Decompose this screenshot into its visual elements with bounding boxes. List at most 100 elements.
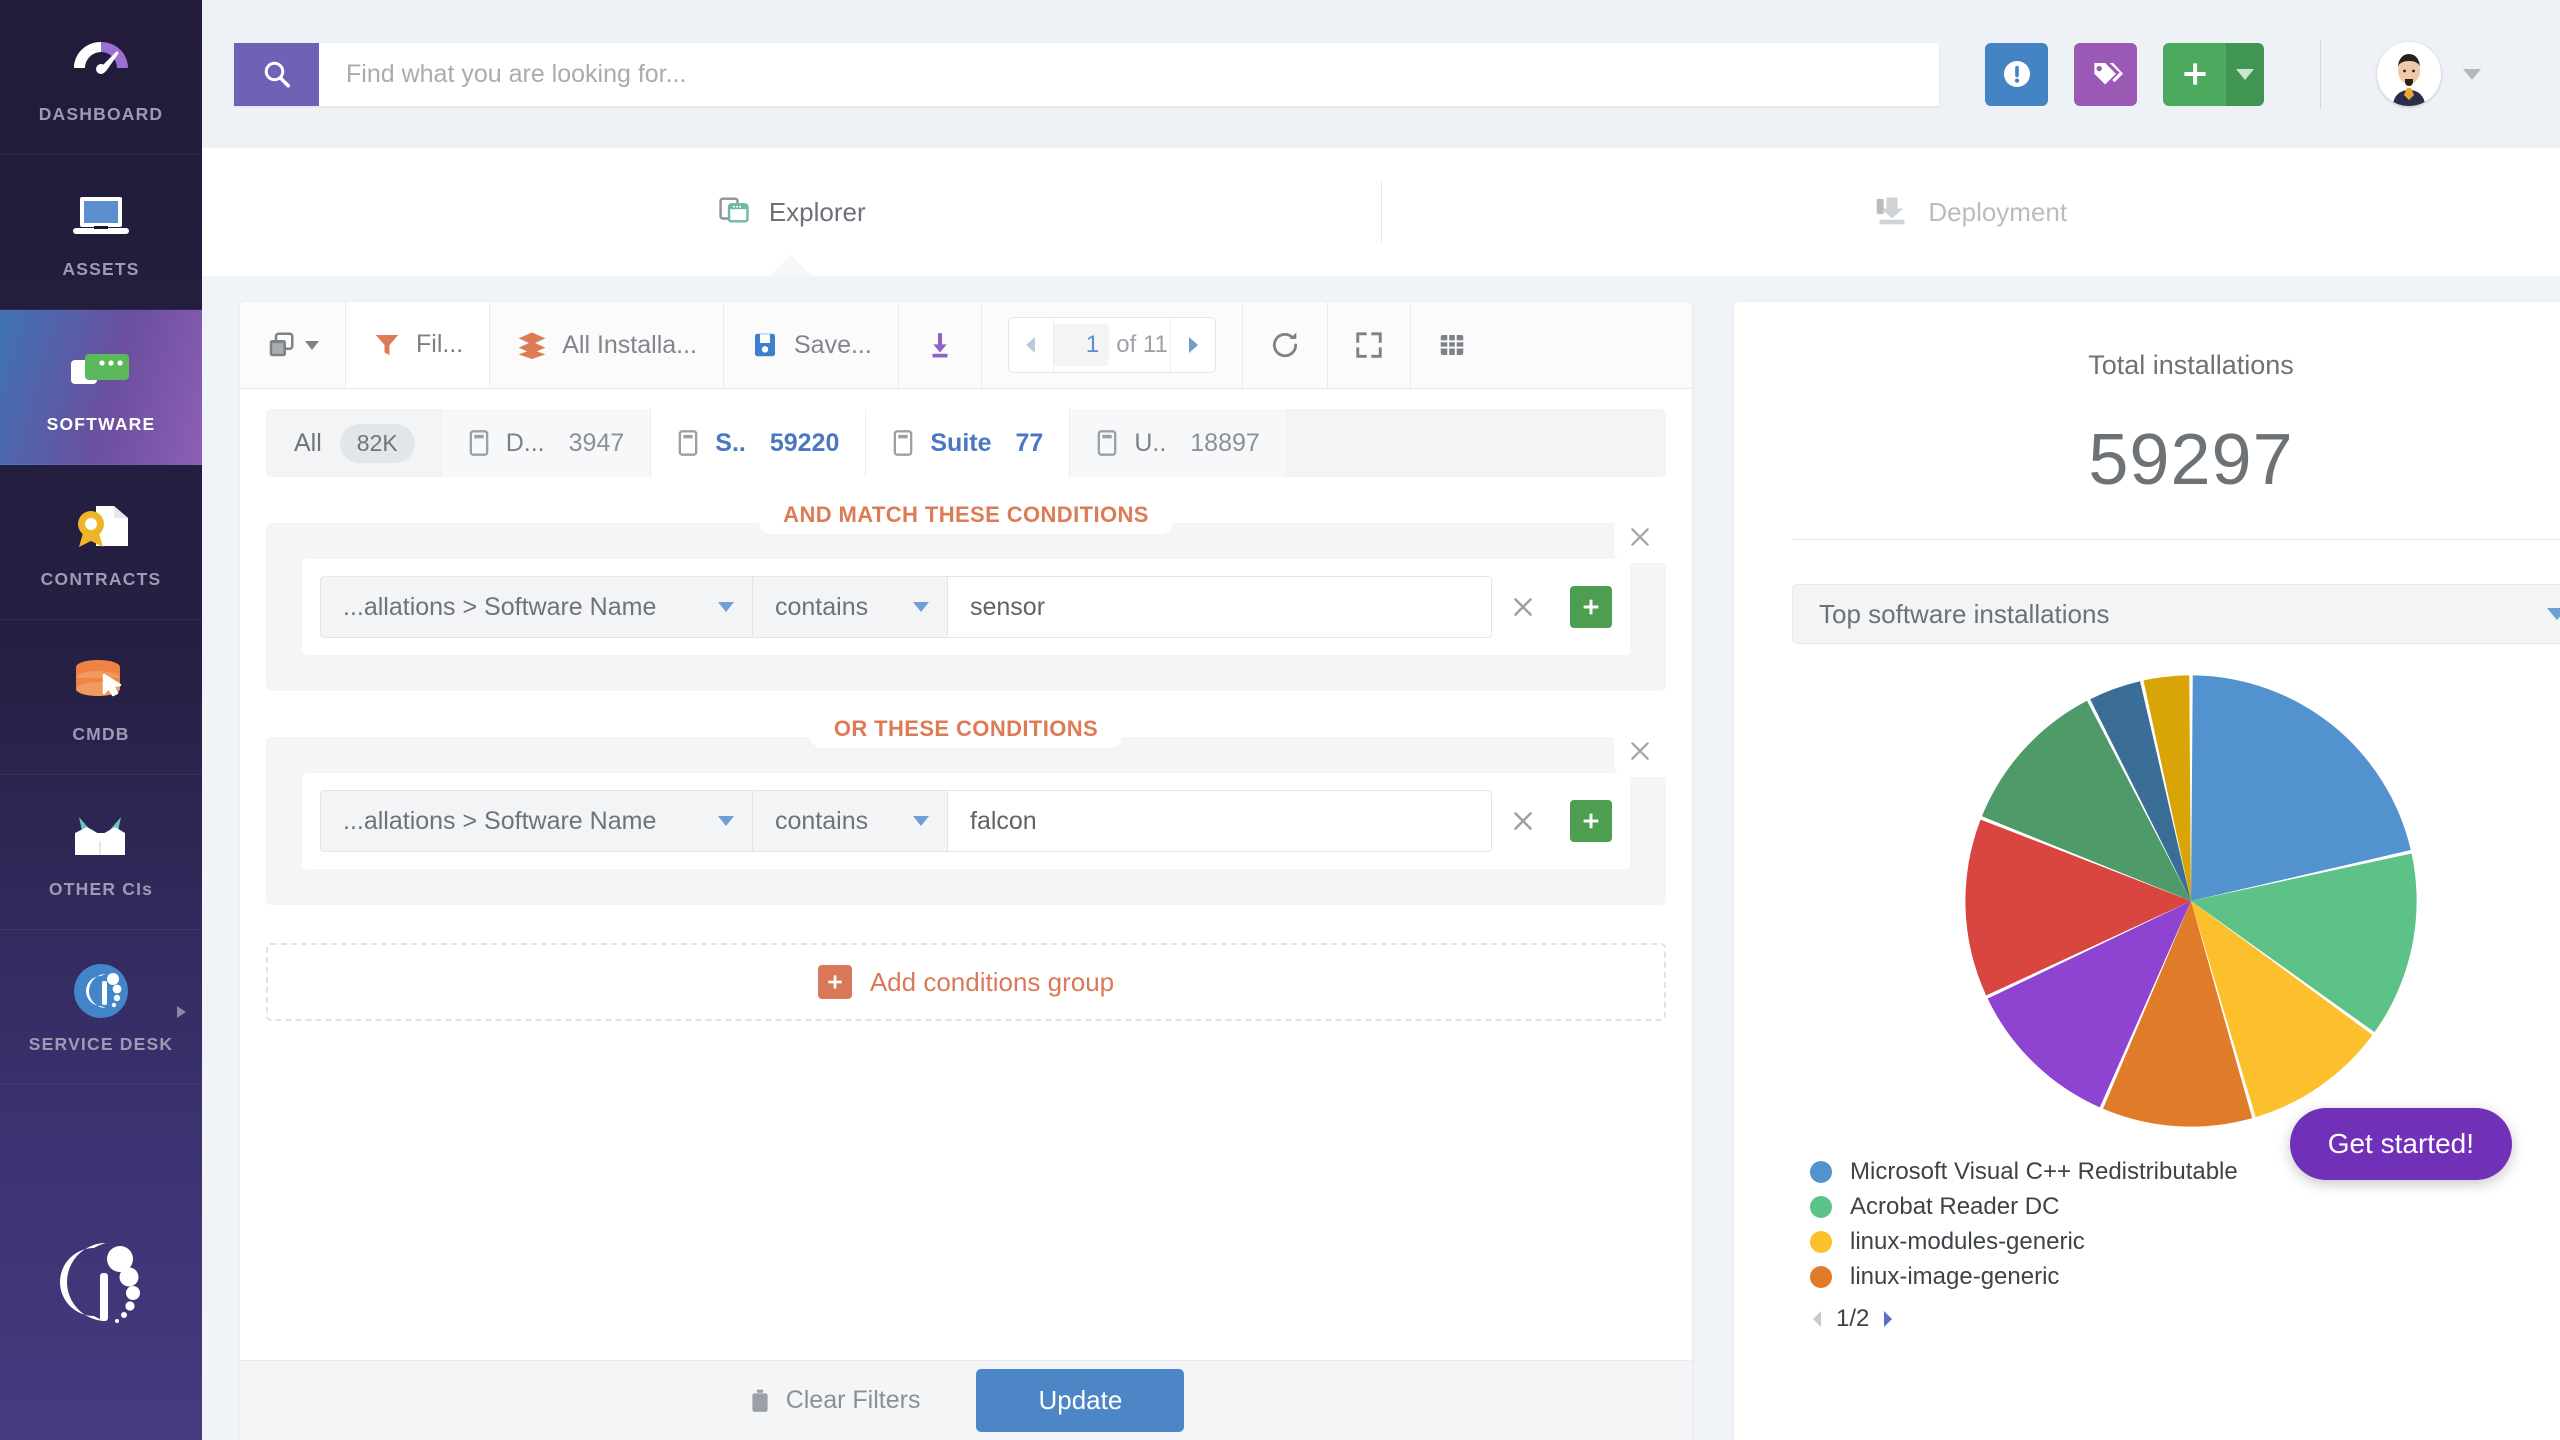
condition-attribute-select[interactable]: ...allations > Software Name: [321, 791, 753, 851]
clear-filters-label: Clear Filters: [785, 1386, 921, 1414]
tags-icon: [2093, 62, 2123, 85]
conditions-group-title: AND MATCH THESE CONDITIONS: [759, 502, 1173, 534]
status-tab-2[interactable]: Suite 77: [865, 409, 1070, 477]
chevron-down-icon: [913, 816, 929, 826]
status-tab-count: 59220: [769, 428, 840, 457]
status-tab-1[interactable]: S.. 59220: [650, 409, 866, 477]
chevron-down-icon[interactable]: [2463, 68, 2481, 80]
status-all-label: All: [294, 428, 322, 457]
legend-pagination[interactable]: 1/2: [1810, 1305, 2560, 1333]
chart-metric-select[interactable]: Top software installations: [1792, 584, 2560, 644]
refresh-button[interactable]: [1243, 302, 1328, 388]
alerts-button[interactable]: [1985, 42, 2048, 106]
chevron-down-icon: [2236, 68, 2254, 80]
export-button[interactable]: [899, 302, 982, 388]
condition-operator-value: contains: [775, 592, 869, 621]
user-avatar: [2377, 42, 2441, 106]
condition-operator-select[interactable]: contains: [753, 577, 948, 637]
status-tab-all[interactable]: All 82K: [294, 423, 441, 463]
add-dropdown-button[interactable]: [2226, 42, 2264, 106]
filters-button[interactable]: Fil...: [346, 302, 491, 388]
legend-item[interactable]: linux-modules-generic: [1810, 1228, 2560, 1256]
remove-group-button[interactable]: [1614, 725, 1666, 777]
sidebar-item-contracts[interactable]: CONTRACTS: [0, 465, 202, 620]
explorer-icon: [717, 193, 751, 232]
laptop-icon: [70, 185, 132, 247]
sidebar-item-cmdb[interactable]: CMDB: [0, 620, 202, 775]
all-installations-button[interactable]: All Installa...: [490, 302, 724, 388]
remove-condition-button[interactable]: [1492, 808, 1554, 834]
status-tab-3[interactable]: U.. 18897: [1069, 409, 1286, 477]
page-indicator[interactable]: 1 of 11: [1052, 318, 1171, 372]
status-tab-count: 3947: [568, 428, 625, 457]
condition-value-input[interactable]: [948, 791, 1491, 851]
conditions-group-title: OR THESE CONDITIONS: [809, 716, 1123, 748]
file-icon: [678, 430, 698, 456]
add-condition-button[interactable]: [1570, 586, 1612, 628]
file-icon: [894, 430, 913, 456]
condition-row: ...allations > Software Name contains: [302, 559, 1630, 655]
remove-condition-button[interactable]: [1492, 594, 1554, 620]
triangle-left-icon[interactable]: [1810, 1310, 1824, 1328]
tags-button[interactable]: [2074, 42, 2137, 106]
view-switch-button[interactable]: [240, 302, 346, 388]
plus-icon[interactable]: [2163, 42, 2226, 106]
legend-item[interactable]: linux-image-generic: [1810, 1263, 2560, 1291]
sidebar-item-label: DASHBOARD: [38, 103, 164, 124]
chevron-right-icon[interactable]: [177, 1006, 186, 1018]
tab-deployment[interactable]: Deployment: [1382, 148, 2560, 276]
condition-attribute-select[interactable]: ...allations > Software Name: [321, 577, 753, 637]
layers-icon: [518, 332, 546, 359]
active-tab-indicator: [769, 255, 814, 277]
sidebar-item-assets[interactable]: ASSETS: [0, 155, 202, 310]
condition-value-input[interactable]: [948, 577, 1491, 637]
search-input[interactable]: [319, 42, 1939, 106]
condition-operator-select[interactable]: contains: [753, 791, 948, 851]
legend-color-dot: [1810, 1161, 1832, 1183]
status-tab-label: Suite: [930, 428, 992, 457]
clear-filters-button[interactable]: Clear Filters: [748, 1386, 921, 1415]
next-page-button[interactable]: [1171, 318, 1215, 372]
close-icon: [1514, 598, 1532, 616]
condition-row: ...allations > Software Name contains: [302, 773, 1630, 869]
chart-metric-value: Top software installations: [1819, 598, 2110, 629]
page-number[interactable]: 1: [1053, 324, 1110, 366]
plus-icon: [817, 965, 852, 999]
contract-badge-icon: [70, 495, 132, 557]
sidebar-item-other-cis[interactable]: OTHER CIs: [0, 775, 202, 930]
copy-view-icon: [269, 332, 294, 357]
tab-explorer[interactable]: Explorer: [202, 148, 1381, 277]
file-icon: [1097, 430, 1117, 456]
user-menu[interactable]: [2377, 42, 2481, 106]
tab-label: Explorer: [768, 196, 866, 227]
deployment-icon: [1874, 193, 1910, 232]
pie-chart: [1734, 666, 2560, 1136]
footprint-logo-icon: [60, 1243, 140, 1323]
status-tab-label: S..: [715, 428, 746, 457]
gauge-icon: [71, 30, 131, 92]
status-tab-label: U..: [1134, 428, 1167, 457]
add-condition-button[interactable]: [1570, 800, 1612, 842]
search-button[interactable]: [234, 42, 319, 106]
fullscreen-button[interactable]: [1328, 302, 1411, 388]
add-conditions-group-button[interactable]: Add conditions group: [266, 943, 1666, 1021]
sidebar-item-software[interactable]: SOFTWARE: [0, 310, 202, 465]
sidebar-item-dashboard[interactable]: DASHBOARD: [0, 0, 202, 155]
triangle-right-icon[interactable]: [1881, 1310, 1895, 1328]
update-button[interactable]: Update: [976, 1369, 1185, 1432]
divider: [1792, 539, 2560, 540]
plus-icon: [1583, 599, 1599, 615]
legend-item[interactable]: Acrobat Reader DC: [1810, 1193, 2560, 1221]
columns-button[interactable]: [1411, 302, 1493, 388]
sidebar-item-service-desk[interactable]: SERVICE DESK: [0, 930, 202, 1085]
open-box-icon: [69, 805, 133, 867]
save-button[interactable]: Save...: [724, 302, 899, 388]
pie-chart-svg[interactable]: [1956, 666, 2426, 1136]
total-installations-value: 59297: [2088, 420, 2294, 500]
status-tab-0[interactable]: D... 3947: [440, 409, 651, 477]
get-started-button[interactable]: Get started!: [2289, 1108, 2512, 1180]
prev-page-button[interactable]: [1009, 318, 1053, 372]
remove-group-button[interactable]: [1614, 511, 1666, 563]
all-installations-label: All Installa...: [562, 330, 697, 359]
add-button[interactable]: [2163, 42, 2264, 106]
